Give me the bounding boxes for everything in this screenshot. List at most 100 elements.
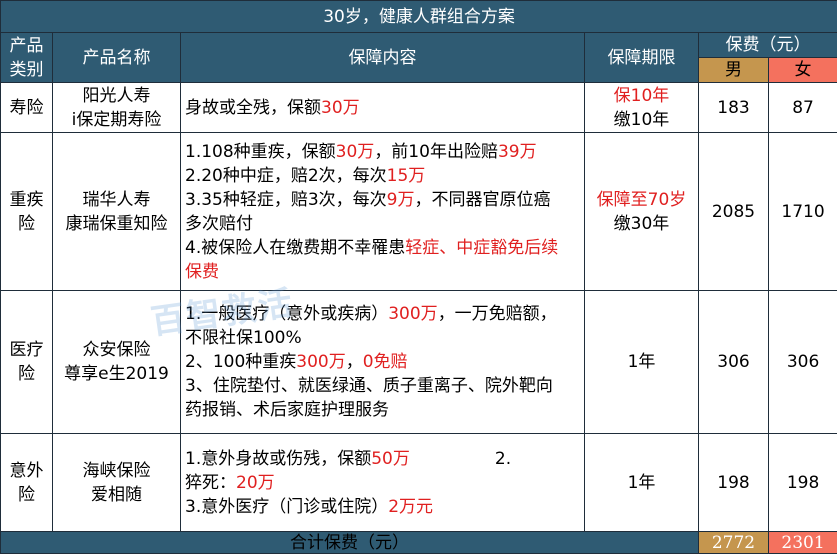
period-line: 缴30年 (585, 212, 698, 236)
text-segment: 缴10年 (613, 109, 670, 130)
coverage-line: 1.108种重疾，保额30万，前10年出险赔39万 (185, 140, 584, 164)
text-segment: ，不同器官原位癌 (414, 189, 551, 210)
text-segment: 猝死： (185, 472, 236, 493)
coverage-period: 1年 (584, 433, 699, 532)
coverage-line: 药报销、术后家庭护理服务 (185, 398, 584, 422)
text-segment: ，一万免赔额， (437, 304, 557, 324)
coverage-line: 身故或全残，保额30万 (185, 96, 584, 120)
highlight-text: 39万 (497, 141, 537, 162)
period-line: 缴10年 (585, 108, 698, 132)
product-category: 寿险 (0, 82, 53, 133)
text-segment: 3.意外医疗（门诊或住院） (185, 496, 389, 517)
highlight-text: 保费 (185, 261, 219, 282)
coverage-details: 1.108种重疾，保额30万，前10年出险赔39万 2.20种中症，赔2次，每次1… (180, 132, 585, 291)
text-segment: 1.108种重疾，保额 (185, 141, 336, 162)
text-segment: 3、住院垫付、就医绿通、质子重离子、院外靶向 (185, 376, 553, 396)
coverage-period: 保障至70岁 缴30年 (584, 132, 699, 291)
premium-female: 1710 (767, 132, 837, 291)
coverage-line: 2、100种重疾300万，0免赔 (185, 350, 584, 374)
coverage-period: 保10年缴10年 (584, 82, 699, 133)
premium-female: 87 (767, 82, 837, 133)
highlight-text: 保障至70岁 (596, 189, 687, 210)
highlight-text: 300万 (296, 352, 346, 372)
text-segment: 2.20种中症，赔2次，每次 (185, 165, 387, 186)
coverage-line: 2.20种中症，赔2次，每次15万 (185, 164, 584, 188)
period-line: 1年 (585, 471, 698, 495)
premium-male: 183 (698, 82, 769, 133)
text-segment: 3.35种轻症，赔3次，每次 (185, 189, 387, 210)
period-line: 保10年 (585, 84, 698, 108)
premium-male: 2085 (698, 132, 769, 291)
header-category: 产品 类别 (0, 32, 53, 83)
table-row: 寿险 阳光人寿 i保定期寿险 身故或全残，保额30万 保10年 缴10年 183 87 (0, 82, 837, 133)
product-name: 阳光人寿 i保定期寿险 (52, 82, 181, 133)
total-male: 2772 (698, 531, 769, 554)
table-row: 重疾险瑞华人寿 康瑞保重知险 1.108种重疾，保额30万，前10年出险赔39万 2.… (0, 132, 837, 291)
highlight-text: 15万 (386, 165, 426, 186)
product-category: 意外险 (0, 433, 53, 532)
text-segment: 身故或全残，保额 (185, 97, 321, 118)
highlight-text: 2万元 (388, 496, 434, 517)
text-segment: 1年 (627, 352, 656, 372)
text-segment: 2. (409, 448, 512, 469)
highlight-text: 0免赔 (362, 352, 408, 372)
insurance-plan-table: 30岁，健康人群组合方案 产品 类别 产品名称 保障内容 保障期限 保费（元） … (0, 0, 837, 554)
text-segment: 缴30年 (613, 213, 670, 234)
coverage-line: 3、住院垫付、就医绿通、质子重离子、院外靶向 (185, 374, 584, 398)
highlight-text: 轻症、中症豁免后续 (405, 237, 559, 258)
premium-male: 198 (698, 433, 769, 532)
table-title: 30岁，健康人群组合方案 (0, 0, 837, 33)
highlight-text: 保10年 (613, 85, 670, 106)
coverage-line: 1.一般医疗（意外或疾病）300万，一万免赔额， (185, 302, 584, 326)
coverage-line: 保费 (185, 260, 584, 284)
coverage-line: 3.意外医疗（门诊或住院）2万元 (185, 495, 584, 519)
header-female: 女 (767, 57, 837, 83)
text-segment: ， (345, 352, 363, 372)
header-premium: 保费（元） (697, 32, 837, 58)
table-row: 意外险海峡保险 爱相随 1.意外身故或伤残，保额50万 2. 猝死：20万 3.意外医疗… (0, 433, 837, 532)
coverage-line: 1.意外身故或伤残，保额50万 2. (185, 447, 584, 471)
product-category: 重疾险 (0, 132, 53, 291)
text-segment: 1.意外身故或伤残，保额 (185, 448, 372, 469)
coverage-line: 多次赔付 (185, 212, 584, 236)
table-body: 寿险 阳光人寿 i保定期寿险 身故或全残，保额30万 保10年 缴10年 183 87 重疾险瑞… (0, 82, 837, 532)
coverage-details: 身故或全残，保额30万 (180, 82, 585, 133)
coverage-period: 1年 (584, 290, 699, 434)
coverage-line: 不限社保100% (185, 326, 584, 350)
text-segment: 不限社保100% (185, 328, 302, 348)
text-segment: 2、100种重疾 (185, 352, 297, 372)
period-line: 保障至70岁 (585, 188, 698, 212)
header-period: 保障期限 (584, 32, 699, 83)
coverage-line: 4.被保险人在缴费期不幸罹患轻症、中症豁免后续 (185, 236, 584, 260)
total-label: 合计保费（元） (0, 531, 699, 554)
highlight-text: 30万 (335, 141, 375, 162)
text-segment: 药报销、术后家庭护理服务 (185, 400, 389, 420)
premium-female: 198 (767, 433, 837, 532)
text-segment: 1年 (627, 472, 656, 493)
total-female: 2301 (767, 531, 837, 554)
header-coverage: 保障内容 (180, 32, 585, 83)
text-segment: 4.被保险人在缴费期不幸罹患 (185, 237, 406, 258)
text-segment: 多次赔付 (185, 213, 253, 234)
highlight-text: 300万 (388, 304, 438, 324)
product-name: 众安保险 尊享e生2019 (52, 290, 181, 434)
premium-female: 306 (767, 290, 837, 434)
highlight-text: 9万 (386, 189, 415, 210)
coverage-details: 1.一般医疗（意外或疾病）300万，一万免赔额， 不限社保100% 2、100种重疾… (180, 290, 585, 434)
header-male: 男 (698, 57, 769, 83)
highlight-text: 20万 (236, 472, 275, 493)
coverage-details: 1.意外身故或伤残，保额50万 2. 猝死：20万 3.意外医疗（门诊或住院）2万元 (180, 433, 585, 532)
product-category: 医疗险 (0, 290, 53, 434)
product-name: 海峡保险 爱相随 (52, 433, 181, 532)
text-segment: ，前10年出险赔 (374, 141, 498, 162)
table-row: 医疗险众安保险 尊享e生2019 1.一般医疗（意外或疾病）300万，一万免赔额，不… (0, 290, 837, 434)
text-segment: 1.一般医疗（意外或疾病） (185, 304, 389, 324)
coverage-line: 猝死：20万 (185, 471, 584, 495)
highlight-text: 30万 (321, 97, 360, 118)
header-product-name: 产品名称 (52, 32, 181, 83)
product-name: 瑞华人寿 康瑞保重知险 (52, 132, 181, 291)
highlight-text: 50万 (371, 448, 410, 469)
period-line: 1年 (585, 350, 698, 374)
coverage-line: 3.35种轻症，赔3次，每次9万，不同器官原位癌 (185, 188, 584, 212)
premium-male: 306 (698, 290, 769, 434)
